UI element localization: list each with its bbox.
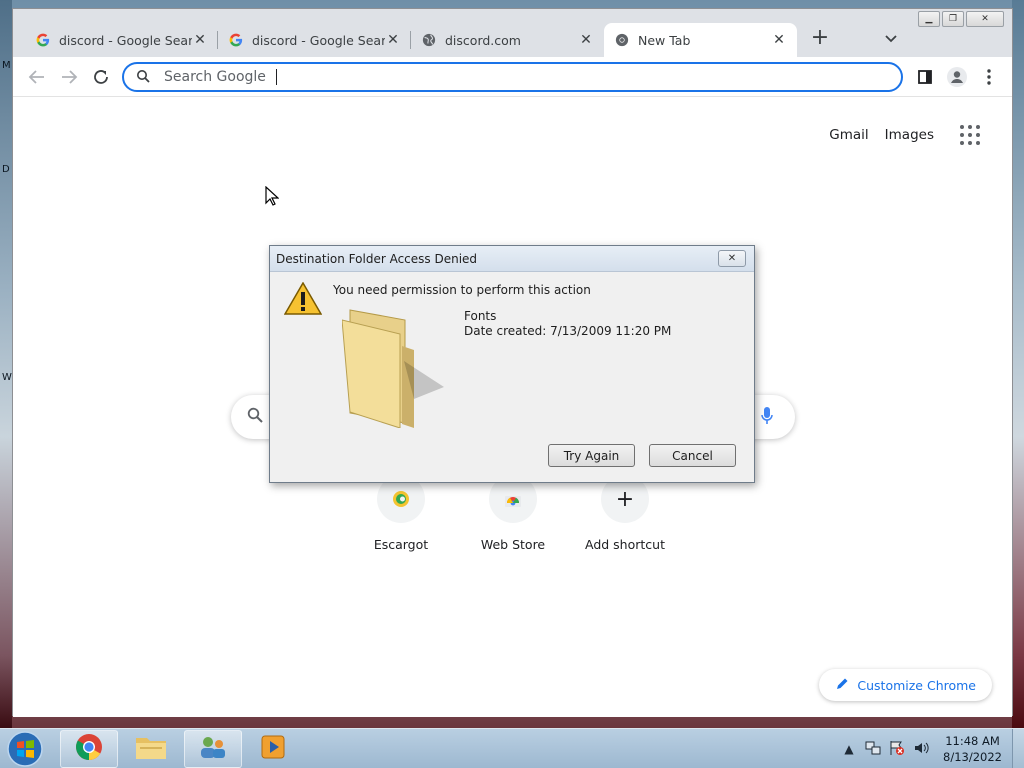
top-links: Gmail Images [829, 125, 980, 145]
tab-strip: ▁ ❐ ✕ discord - Google Search ✕ discord … [13, 9, 1012, 57]
shortcut-add[interactable]: + Add shortcut [569, 475, 681, 552]
tabs: discord - Google Search ✕ discord - Goog… [25, 23, 797, 57]
new-tab-button[interactable]: + [808, 27, 832, 51]
tab-title: discord - Google Search [252, 32, 385, 48]
close-icon[interactable]: ✕ [578, 32, 594, 48]
desktop-icon-label: M [2, 60, 11, 71]
chevron-down-icon[interactable] [885, 31, 897, 47]
taskbar-explorer[interactable] [122, 730, 180, 768]
file-date-created: Date created: 7/13/2009 11:20 PM [464, 324, 672, 338]
media-player-icon [260, 734, 286, 764]
clock-date: 8/13/2022 [943, 750, 1002, 764]
shortcut-escargot[interactable]: Escargot [345, 475, 457, 552]
shortcut-web-store[interactable]: Web Store [457, 475, 569, 552]
taskbar: ▲ 11:48 AM 8/13/2022 [0, 728, 1024, 768]
dialog-title: Destination Folder Access Denied [276, 252, 478, 266]
tab-discord-search-2[interactable]: discord - Google Search ✕ [218, 23, 411, 57]
text-caret [275, 69, 277, 85]
folder-icon [135, 734, 167, 764]
dialog-titlebar: Destination Folder Access Denied ✕ [270, 246, 754, 272]
profile-avatar-icon[interactable] [945, 65, 969, 89]
action-center-flag-icon[interactable] [889, 740, 905, 759]
window-close-button[interactable]: ✕ [966, 11, 1004, 27]
omnibox[interactable]: Search Google [122, 62, 903, 92]
show-hidden-icons-chevron-icon[interactable]: ▲ [841, 742, 857, 756]
pencil-icon [835, 677, 849, 694]
taskbar-media-player[interactable] [244, 730, 302, 768]
shortcuts: Escargot Web Store + Add shortcut [345, 475, 681, 552]
apps-grid-icon[interactable] [960, 125, 980, 145]
show-desktop-button[interactable] [1012, 729, 1024, 768]
forward-arrow-icon[interactable] [57, 65, 81, 89]
microphone-icon[interactable] [761, 407, 773, 429]
folder-icon [341, 306, 447, 432]
network-icon[interactable] [865, 740, 881, 759]
images-link[interactable]: Images [885, 127, 934, 143]
cancel-button[interactable]: Cancel [649, 444, 736, 467]
chrome-icon [75, 733, 103, 765]
users-icon [198, 734, 228, 764]
tab-title: New Tab [638, 32, 691, 48]
tab-title: discord.com [445, 32, 521, 48]
tab-discord-com[interactable]: discord.com ✕ [411, 23, 604, 57]
taskbar-chrome[interactable] [60, 730, 118, 768]
restore-button[interactable]: ❐ [942, 11, 964, 27]
close-icon[interactable]: ✕ [385, 32, 401, 48]
reload-icon[interactable] [89, 65, 113, 89]
close-icon[interactable]: ✕ [192, 32, 208, 48]
google-g-icon [35, 32, 51, 48]
shortcut-label: Add shortcut [585, 537, 665, 552]
tab-discord-search-1[interactable]: discord - Google Search ✕ [25, 23, 218, 57]
desktop-background-right [1012, 0, 1024, 728]
search-icon [247, 407, 263, 427]
customize-chrome-label: Customize Chrome [857, 677, 976, 693]
start-button[interactable] [4, 730, 46, 768]
side-panel-icon[interactable] [913, 65, 937, 89]
google-g-icon [228, 32, 244, 48]
desktop-background-left: M D W [0, 0, 12, 728]
shortcut-label: Web Store [480, 537, 546, 552]
taskbar-control-panel[interactable] [184, 730, 242, 768]
gmail-link[interactable]: Gmail [829, 127, 868, 143]
try-again-button[interactable]: Try Again [548, 444, 635, 467]
search-icon [136, 68, 150, 87]
clock[interactable]: 11:48 AM 8/13/2022 [943, 733, 1002, 765]
access-denied-dialog: Destination Folder Access Denied ✕ You n… [269, 245, 755, 483]
warning-icon [283, 281, 323, 320]
dialog-message: You need permission to perform this acti… [333, 283, 591, 297]
tab-new-tab[interactable]: New Tab ✕ [604, 23, 797, 57]
shortcut-label: Escargot [373, 537, 429, 552]
desktop-icon-label: W [2, 372, 12, 383]
desktop-icon-label: D [2, 164, 10, 175]
kebab-menu-icon[interactable] [977, 65, 1001, 89]
omnibox-placeholder: Search Google [164, 69, 266, 85]
minimize-button[interactable]: ▁ [918, 11, 940, 27]
chrome-icon [614, 32, 630, 48]
back-arrow-icon[interactable] [25, 65, 49, 89]
system-tray: ▲ 11:48 AM 8/13/2022 [837, 729, 1024, 768]
globe-icon [421, 32, 437, 48]
volume-icon[interactable] [913, 740, 929, 759]
file-name: Fonts [464, 309, 497, 323]
dialog-close-button[interactable]: ✕ [718, 250, 746, 267]
mouse-cursor-icon [265, 185, 280, 210]
toolbar: Search Google [13, 57, 1012, 97]
window-controls: ▁ ❐ ✕ [918, 11, 1004, 27]
clock-time: 11:48 AM [945, 734, 1000, 748]
tab-title: discord - Google Search [59, 32, 192, 48]
customize-chrome-button[interactable]: Customize Chrome [819, 669, 992, 701]
close-icon[interactable]: ✕ [771, 32, 787, 48]
